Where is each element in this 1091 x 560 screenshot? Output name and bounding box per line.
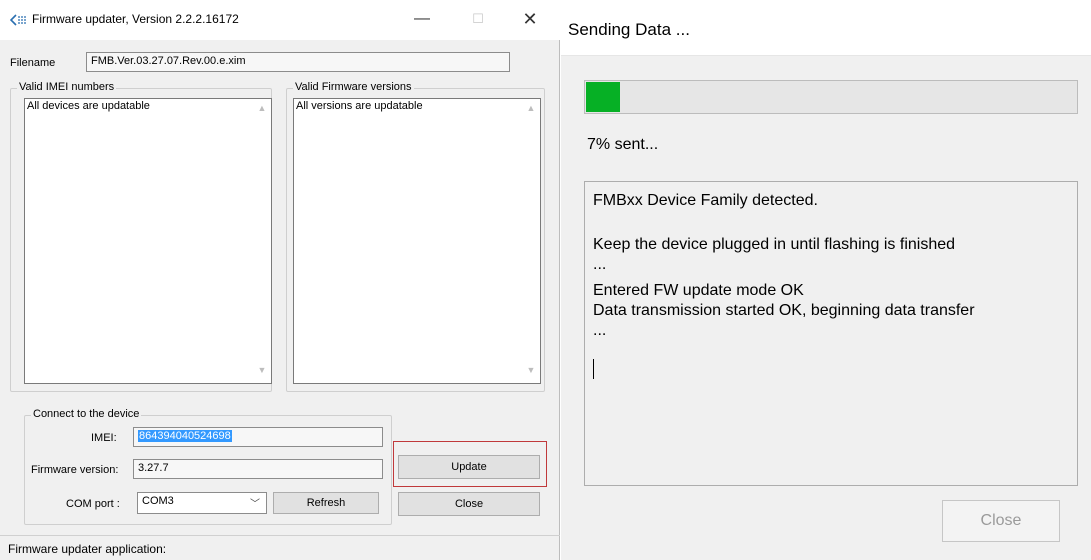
imei-listbox[interactable]: All devices are updatable ▲ ▼ (24, 98, 272, 384)
scroll-down-icon[interactable]: ▼ (524, 365, 538, 379)
log-output[interactable]: FMBxx Device Family detected. Keep the d… (584, 181, 1078, 486)
update-button[interactable]: Update (398, 455, 540, 479)
log-line: FMBxx Device Family detected. (593, 192, 818, 209)
fw-listbox[interactable]: All versions are updatable ▲ ▼ (293, 98, 541, 384)
sending-data-dialog: Sending Data ... 7% sent... FMBxx Device… (561, 0, 1091, 560)
maximize-button[interactable]: ☐ (458, 6, 498, 32)
log-line: ... (593, 256, 607, 273)
list-item[interactable]: All devices are updatable (27, 100, 150, 112)
window-close-button[interactable]: ✕ (510, 6, 550, 32)
imei-group-title: Valid IMEI numbers (17, 81, 117, 93)
progress-bar (584, 80, 1078, 114)
progress-text: 7% sent... (587, 136, 659, 153)
refresh-button[interactable]: Refresh (273, 492, 379, 514)
com-port-label: COM port : (66, 498, 120, 510)
log-line: ... (593, 322, 607, 339)
connect-group-title: Connect to the device (31, 408, 142, 420)
app-icon (10, 14, 26, 26)
close-button[interactable]: Close (398, 492, 540, 516)
log-line: Data transmission started OK, beginning … (593, 302, 975, 319)
minimize-button[interactable]: — (402, 6, 442, 32)
status-line: Firmware updater application: (0, 535, 560, 560)
log-line: Keep the device plugged in until flashin… (593, 236, 956, 253)
dialog-title-bar: Sending Data ... (561, 0, 1091, 56)
dialog-title: Sending Data ... (568, 20, 690, 39)
com-port-value: COM3 (142, 495, 174, 507)
chevron-down-icon: ﹀ (250, 499, 260, 510)
text-caret (593, 359, 594, 379)
title-bar: Firmware updater, Version 2.2.2.16172 — … (0, 0, 560, 40)
log-line: Entered FW update mode OK (593, 282, 804, 299)
scroll-up-icon[interactable]: ▲ (524, 103, 538, 117)
filename-field[interactable]: FMB.Ver.03.27.07.Rev.00.e.xim (86, 52, 510, 72)
firmware-version-label: Firmware version: (31, 464, 119, 476)
imei-value: 864394040524698 (138, 430, 232, 442)
imei-field[interactable]: 864394040524698 (133, 427, 383, 447)
scroll-up-icon[interactable]: ▲ (255, 103, 269, 117)
fw-group-title: Valid Firmware versions (293, 81, 414, 93)
progress-fill (586, 82, 620, 112)
com-port-select[interactable]: COM3 ﹀ (137, 492, 267, 514)
dialog-close-button[interactable]: Close (942, 500, 1060, 542)
list-item[interactable]: All versions are updatable (296, 100, 423, 112)
imei-label: IMEI: (91, 432, 117, 444)
scroll-down-icon[interactable]: ▼ (255, 365, 269, 379)
firmware-version-field[interactable]: 3.27.7 (133, 459, 383, 479)
window-title: Firmware updater, Version 2.2.2.16172 (32, 12, 239, 26)
firmware-updater-window: Firmware updater, Version 2.2.2.16172 — … (0, 0, 560, 560)
filename-label: Filename (10, 57, 56, 69)
